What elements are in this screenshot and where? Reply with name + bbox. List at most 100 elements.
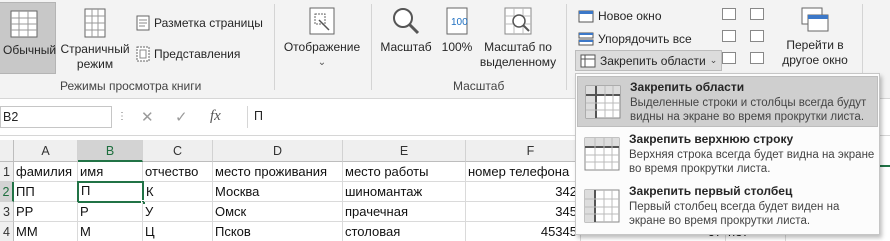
cell-a4[interactable]: ММ: [14, 222, 78, 241]
show-icon: [309, 7, 335, 35]
freeze-top-row-menu-desc: Верхняя строка всегда будет видна на экр…: [629, 149, 875, 175]
arrange-all-label[interactable]: Упорядочить все: [598, 32, 692, 46]
name-box[interactable]: B2: [0, 106, 112, 128]
normal-view-button[interactable]: Обычный: [0, 2, 56, 74]
arrange-all-button[interactable]: Упорядочить все: [578, 29, 692, 49]
normal-view-label: Обычный: [3, 43, 57, 57]
freeze-first-column-menu-desc: Первый столбец всегда будет виден на экр…: [629, 201, 840, 227]
switch-windows-label-1: Перейти в: [786, 38, 844, 52]
cell-b1[interactable]: имя: [78, 162, 143, 182]
cell-c2[interactable]: К: [144, 182, 213, 202]
cell-d3[interactable]: Омск: [213, 202, 343, 222]
freeze-first-column-icon: [584, 189, 620, 223]
cell-e3[interactable]: прачечная: [343, 202, 466, 222]
row-header-4[interactable]: 4: [0, 222, 14, 241]
cell-b3[interactable]: Р: [78, 202, 143, 222]
sync-scroll-icon[interactable]: [750, 30, 764, 42]
view-modes-group-label: Режимы просмотра книги: [60, 79, 202, 93]
cancel-icon[interactable]: ✕: [141, 108, 154, 126]
custom-views-button[interactable]: Представления: [136, 44, 240, 64]
zoom-100-icon: 100: [446, 7, 468, 35]
chevron-down-icon: ⌄: [709, 55, 718, 65]
freeze-panes-menu-desc: Выделенные строки и столбцы всегда будут…: [630, 97, 867, 123]
row-header-3[interactable]: 3: [0, 202, 14, 222]
freeze-top-row-menu-title: Закрепить верхнюю строку: [629, 132, 794, 146]
show-button[interactable]: Отображение ⌄: [281, 6, 363, 72]
zoom-100-label: 100%: [441, 40, 473, 54]
cell-f4[interactable]: 45345: [466, 222, 581, 241]
zoom-selection-label-2: выделенному: [479, 55, 557, 69]
cell-a1[interactable]: фамилия: [14, 162, 78, 182]
cell-b4[interactable]: М: [78, 222, 143, 241]
column-header-d[interactable]: D: [213, 140, 343, 162]
cell-e4[interactable]: столовая: [343, 222, 466, 241]
zoom-label: Масштаб: [380, 40, 432, 54]
magnifier-icon: [393, 8, 420, 35]
cell-e1[interactable]: место работы: [343, 162, 466, 182]
page-break-label: Разметка страницы: [154, 16, 263, 30]
freeze-panes-icon: [585, 85, 621, 119]
page-break-icon: [136, 15, 150, 31]
freeze-first-column-menu-item[interactable]: Закрепить первый столбец Первый столбец …: [577, 181, 878, 232]
zoom-group-label: Масштаб: [453, 79, 505, 93]
page-break-button[interactable]: Разметка страницы: [136, 13, 263, 33]
zoom-selection-icon: [504, 7, 532, 35]
cell-f3[interactable]: 345: [466, 202, 581, 222]
select-all-corner[interactable]: [0, 140, 14, 162]
freeze-panes-icon: [580, 54, 596, 67]
group-separator: [274, 4, 275, 90]
cell-c4[interactable]: Ц: [143, 222, 213, 241]
side-by-side-icon[interactable]: [750, 8, 764, 20]
unhide-window-icon[interactable]: [722, 52, 736, 64]
cell-b2-selected[interactable]: П: [77, 181, 144, 203]
new-window-label: Новое окно: [598, 9, 662, 23]
row-header-1[interactable]: 1: [0, 162, 14, 182]
custom-views-icon: [136, 46, 150, 62]
zoom-button[interactable]: Масштаб: [377, 6, 435, 72]
switch-windows-button[interactable]: Перейти в другое окно: [775, 6, 855, 76]
show-label: Отображение: [283, 40, 361, 54]
switch-windows-icon: [801, 7, 829, 32]
column-header-c[interactable]: C: [143, 140, 213, 162]
cell-d4[interactable]: Псков: [213, 222, 343, 241]
zoom-100-button[interactable]: 100 100%: [438, 6, 476, 72]
group-separator: [371, 4, 372, 90]
column-header-e[interactable]: E: [343, 140, 466, 162]
custom-views-label: Представления: [154, 47, 241, 61]
new-window-icon: [578, 10, 594, 23]
cell-f2[interactable]: 342: [466, 182, 581, 202]
freeze-panes-menu: Закрепить области Выделенные строки и ст…: [575, 73, 880, 235]
svg-text:100: 100: [451, 17, 468, 28]
show-chevron-down-icon: ⌄: [317, 57, 327, 68]
column-header-a[interactable]: A: [14, 140, 78, 162]
new-window-button[interactable]: Новое окно: [578, 6, 662, 26]
page-layout-label-2: режим: [76, 57, 114, 71]
enter-icon[interactable]: ✓: [175, 108, 188, 126]
cell-d1[interactable]: место проживания: [213, 162, 343, 182]
freeze-panes-menu-title: Закрепить области: [630, 80, 745, 94]
row-header-2[interactable]: 2: [0, 182, 14, 202]
page-layout-button[interactable]: Страничный режим: [59, 8, 131, 74]
column-header-b[interactable]: B: [78, 140, 143, 162]
green-selection-edge: [880, 165, 890, 167]
insert-function-icon[interactable]: fx: [210, 108, 221, 125]
cell-a2[interactable]: ПП: [14, 182, 78, 202]
cell-c1[interactable]: отчество: [143, 162, 213, 182]
freeze-panes-button[interactable]: Закрепить области ⌄: [575, 50, 723, 71]
group-separator: [566, 4, 567, 90]
split-icon[interactable]: [722, 8, 736, 20]
cell-c3[interactable]: У: [143, 202, 213, 222]
cell-e2[interactable]: шиномантаж: [343, 182, 466, 202]
zoom-selection-button[interactable]: Масштаб по выделенному: [478, 6, 558, 78]
name-box-dropdown-icon[interactable]: ⋮: [117, 111, 127, 122]
cell-d2[interactable]: Москва: [213, 182, 343, 202]
page-layout-label-1: Страничный: [60, 42, 130, 56]
freeze-top-row-menu-item[interactable]: Закрепить верхнюю строку Верхняя строка …: [577, 129, 878, 180]
zoom-selection-label-1: Масштаб по: [484, 40, 552, 54]
normal-view-icon: [10, 10, 38, 38]
freeze-top-row-icon: [584, 137, 620, 171]
reset-position-icon[interactable]: [750, 52, 764, 64]
hide-window-icon[interactable]: [722, 30, 736, 42]
freeze-panes-menu-item[interactable]: Закрепить области Выделенные строки и ст…: [577, 76, 878, 127]
cell-a3[interactable]: РР: [14, 202, 78, 222]
